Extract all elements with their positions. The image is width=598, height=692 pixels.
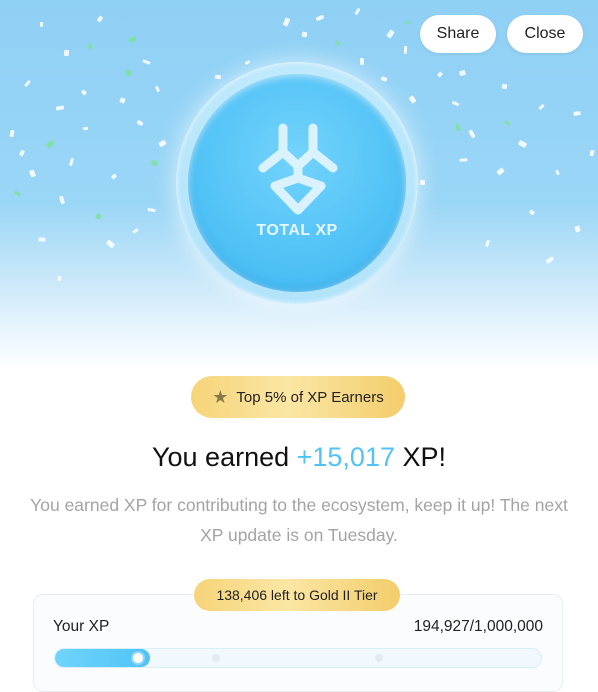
close-button[interactable]: Close <box>507 15 583 53</box>
confetti-piece <box>151 160 158 166</box>
confetti-piece <box>147 207 156 213</box>
confetti-piece <box>142 59 151 65</box>
confetti-piece <box>403 45 408 55</box>
confetti-piece <box>459 69 466 77</box>
coin-label: TOTAL XP <box>256 222 338 239</box>
confetti-piece <box>244 59 251 66</box>
confetti-piece <box>451 100 460 107</box>
confetti-piece <box>24 79 31 88</box>
xp-logo-icon <box>258 123 338 215</box>
confetti-piece <box>69 157 74 167</box>
confetti-piece <box>38 237 46 242</box>
confetti-piece <box>528 209 536 216</box>
confetti-piece <box>132 228 139 234</box>
xp-value: 194,927/1,000,000 <box>413 618 543 635</box>
confetti-piece <box>455 123 461 132</box>
xp-progress-track <box>54 648 542 668</box>
confetti-piece <box>404 20 411 25</box>
confetti-piece <box>538 103 545 111</box>
confetti-piece <box>386 29 395 39</box>
confetti-piece <box>496 167 505 176</box>
confetti-piece <box>154 85 161 93</box>
badge-text: Top 5% of XP Earners <box>236 388 384 406</box>
confetti-piece <box>504 119 511 127</box>
confetti-piece <box>18 149 26 157</box>
progress-knob <box>131 651 145 665</box>
confetti-piece <box>589 149 595 157</box>
confetti-piece <box>282 17 291 27</box>
confetti-piece <box>545 256 555 264</box>
xp-earned-amount: +15,017 <box>296 442 395 472</box>
confetti-piece <box>380 76 388 82</box>
confetti-piece <box>408 95 417 104</box>
confetti-piece <box>28 169 37 178</box>
confetti-piece <box>136 119 144 127</box>
tier-remaining-pill: 138,406 left to Gold II Tier <box>194 579 400 611</box>
confetti-piece <box>45 139 56 149</box>
confetti-piece <box>517 139 528 149</box>
confetti-piece <box>63 49 70 57</box>
confetti-piece <box>58 195 66 205</box>
confetti-piece <box>555 169 560 176</box>
confetti-piece <box>214 74 222 80</box>
confetti-piece <box>359 57 365 66</box>
confetti-piece <box>573 111 581 116</box>
confetti-piece <box>436 71 444 78</box>
confetti-piece <box>110 173 118 180</box>
star-icon: ★ <box>212 387 229 407</box>
confetti-piece <box>80 89 88 96</box>
confetti-piece <box>96 15 104 23</box>
confetti-piece <box>119 97 126 104</box>
confetti-piece <box>354 7 361 16</box>
milestone-dot <box>375 654 383 662</box>
confetti-piece <box>484 239 491 248</box>
description-text: You earned XP for contributing to the ec… <box>30 495 568 545</box>
share-button[interactable]: Share <box>420 15 496 53</box>
confetti-piece <box>55 105 65 111</box>
confetti-piece <box>301 31 308 38</box>
confetti-piece <box>82 126 89 131</box>
confetti-piece <box>13 190 22 197</box>
confetti-piece <box>128 36 137 43</box>
confetti-piece <box>574 225 581 233</box>
confetti-piece <box>105 239 116 249</box>
confetti-piece <box>315 14 325 22</box>
confetti-piece <box>95 213 102 220</box>
your-xp-label: Your XP <box>53 618 110 635</box>
earned-headline: You earned +15,017 XP! <box>0 442 598 473</box>
hero-banner: Share Close TOTAL XP <box>0 0 598 370</box>
confetti-piece <box>57 275 62 282</box>
confetti-piece <box>158 139 167 148</box>
confetti-piece <box>125 69 132 77</box>
confetti-piece <box>9 129 15 138</box>
milestone-dot <box>212 654 220 662</box>
confetti-piece <box>501 83 508 90</box>
confetti-piece <box>334 39 341 47</box>
confetti-piece <box>419 179 426 186</box>
headline-suffix: XP! <box>394 442 447 472</box>
confetti-piece <box>40 22 43 27</box>
confetti-piece <box>459 158 468 162</box>
confetti-piece <box>468 129 476 139</box>
total-xp-coin: TOTAL XP <box>176 62 418 304</box>
headline-prefix: You earned <box>151 442 297 472</box>
top-earners-badge: ★ Top 5% of XP Earners <box>191 376 405 418</box>
coin-face: TOTAL XP <box>188 74 406 292</box>
confetti-piece <box>86 43 94 50</box>
